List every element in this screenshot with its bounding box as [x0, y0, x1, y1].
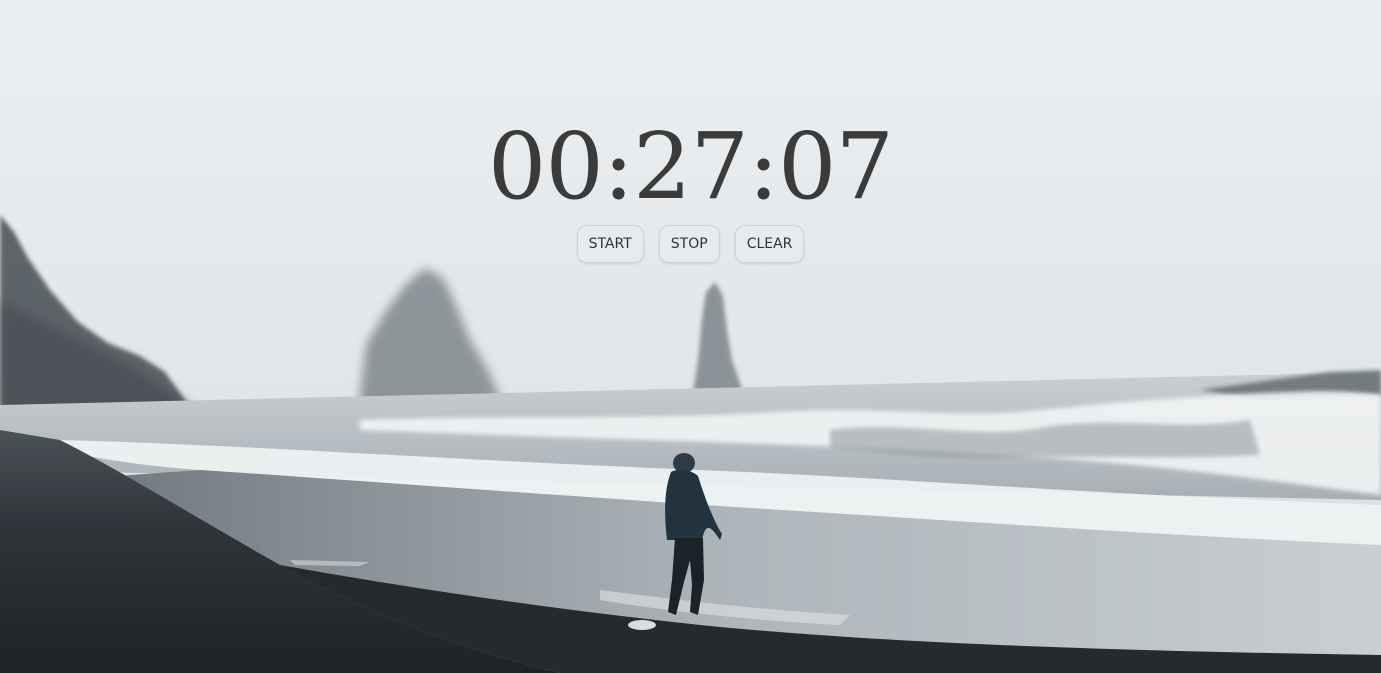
start-button[interactable]: START: [576, 225, 644, 263]
clear-button[interactable]: CLEAR: [734, 225, 805, 263]
stopwatch-controls: START STOP CLEAR: [0, 225, 1381, 263]
background-photo: [0, 0, 1381, 673]
stop-button[interactable]: STOP: [658, 225, 720, 263]
